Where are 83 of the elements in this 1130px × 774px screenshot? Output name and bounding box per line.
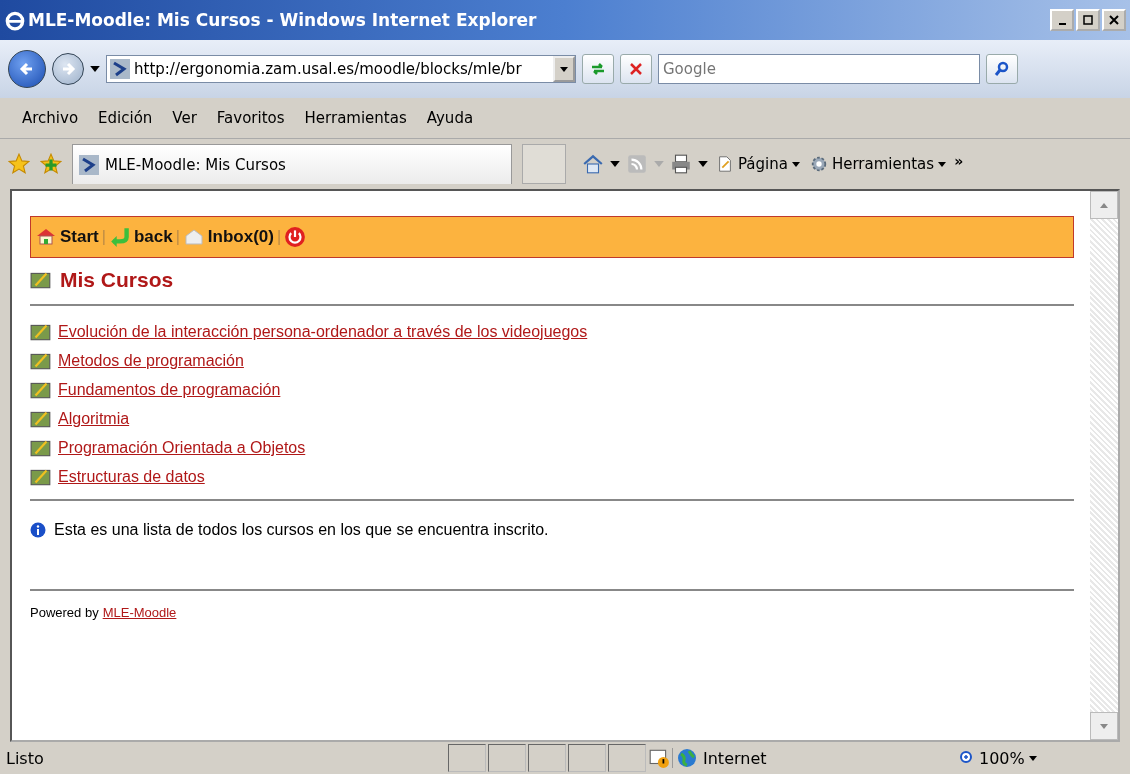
close-button[interactable]: [1102, 9, 1126, 31]
course-icon: [30, 467, 52, 487]
minimize-icon: [1058, 23, 1066, 25]
separator-text: |: [276, 228, 282, 246]
course-link[interactable]: Metodos de programación: [58, 352, 244, 370]
stop-button[interactable]: [620, 54, 652, 84]
info-icon: [30, 522, 46, 538]
close-icon: [1109, 15, 1119, 25]
separator-text: |: [101, 228, 106, 246]
return-arrow-icon: [108, 226, 131, 248]
caret-icon: [791, 161, 800, 167]
page-menu-button[interactable]: Página: [714, 155, 802, 173]
status-panel: [528, 744, 566, 772]
gear-icon: [809, 155, 828, 173]
menu-item[interactable]: Favoritos: [206, 109, 295, 127]
mail-link[interactable]: Inbox(0): [182, 227, 274, 247]
home-link[interactable]: Start: [35, 227, 99, 247]
up-arrow-icon: [1100, 202, 1108, 208]
site-icon: [79, 154, 99, 175]
dropdown-caret-icon[interactable]: [90, 66, 100, 72]
caret-icon: [560, 66, 568, 72]
course-link[interactable]: Algoritmia: [58, 410, 130, 428]
back-button[interactable]: [8, 50, 46, 88]
down-arrow-icon: [1100, 723, 1108, 729]
page-heading: Mis Cursos: [60, 268, 174, 292]
menu-item[interactable]: Ayuda: [416, 109, 484, 127]
popup-warning-icon[interactable]: [648, 747, 670, 769]
course-icon: [30, 409, 52, 429]
status-panel: [608, 744, 646, 772]
page-icon: [716, 155, 734, 173]
tools-menu-button[interactable]: Herramientas: [807, 155, 949, 173]
browser-tab[interactable]: MLE-Moodle: Mis Cursos: [72, 144, 512, 184]
address-dropdown-button[interactable]: [553, 56, 575, 82]
back-link[interactable]: back: [108, 226, 173, 248]
course-icon: [30, 351, 52, 371]
caret-icon[interactable]: [698, 161, 708, 167]
course-link[interactable]: Evolución de la interacción persona-ordenador a través de los videojuegos: [58, 323, 588, 341]
course-icon: [30, 438, 52, 458]
menu-item[interactable]: Edición: [88, 109, 163, 127]
status-text: Listo: [6, 748, 45, 768]
maximize-icon: [1083, 15, 1093, 25]
search-field[interactable]: Google: [658, 54, 980, 84]
info-text: Esta es una lista de todos los cursos en los que se encuentra inscrito.: [54, 521, 549, 539]
zoom-control[interactable]: 100%: [959, 748, 1089, 768]
status-panel: [568, 744, 606, 772]
status-panel: [488, 744, 526, 772]
window-title: MLE-Moodle: Mis Cursos - Windows Internet Explorer: [28, 10, 538, 30]
menu-item[interactable]: Herramientas: [294, 109, 417, 127]
separator-text: |: [175, 228, 180, 246]
home-icon[interactable]: [582, 153, 604, 175]
powered-by-text: Powered by: [30, 605, 99, 620]
security-zone[interactable]: Internet: [672, 748, 947, 768]
globe-icon: [677, 748, 697, 768]
course-icon: [30, 270, 52, 290]
minimize-button[interactable]: [1050, 9, 1074, 31]
house-icon: [35, 228, 57, 246]
maximize-button[interactable]: [1076, 9, 1100, 31]
stop-x-icon: [628, 61, 644, 77]
course-link[interactable]: Fundamentos de programación: [58, 381, 281, 399]
footer-link[interactable]: MLE-Moodle: [102, 605, 177, 620]
course-link[interactable]: Estructuras de datos: [58, 468, 205, 486]
course-icon: [30, 322, 52, 342]
star-icon[interactable]: [8, 153, 30, 175]
menu-item[interactable]: Archivo: [12, 109, 89, 127]
printer-icon[interactable]: [670, 153, 692, 175]
browser-logo-icon: [4, 9, 26, 31]
menu-item[interactable]: Ver: [162, 109, 207, 127]
search-button[interactable]: [986, 54, 1018, 84]
caret-icon: [1028, 755, 1037, 761]
search-icon: [994, 61, 1010, 77]
forward-button[interactable]: [52, 53, 84, 85]
power-icon[interactable]: [284, 226, 307, 248]
site-icon: [110, 59, 130, 79]
refresh-button[interactable]: [582, 54, 614, 84]
refresh-arrows-icon: [590, 61, 606, 77]
caret-icon[interactable]: [610, 161, 620, 167]
course-icon: [30, 380, 52, 400]
more-chevron[interactable]: »: [954, 153, 964, 169]
address-field[interactable]: http://ergonomia.zam.usal.es/moodle/blocks/mle/br: [106, 55, 576, 83]
add-star-icon[interactable]: [40, 153, 62, 175]
course-link[interactable]: Programación Orientada a Objetos: [58, 439, 306, 457]
status-panel: [448, 744, 486, 772]
caret-icon: [938, 161, 947, 167]
